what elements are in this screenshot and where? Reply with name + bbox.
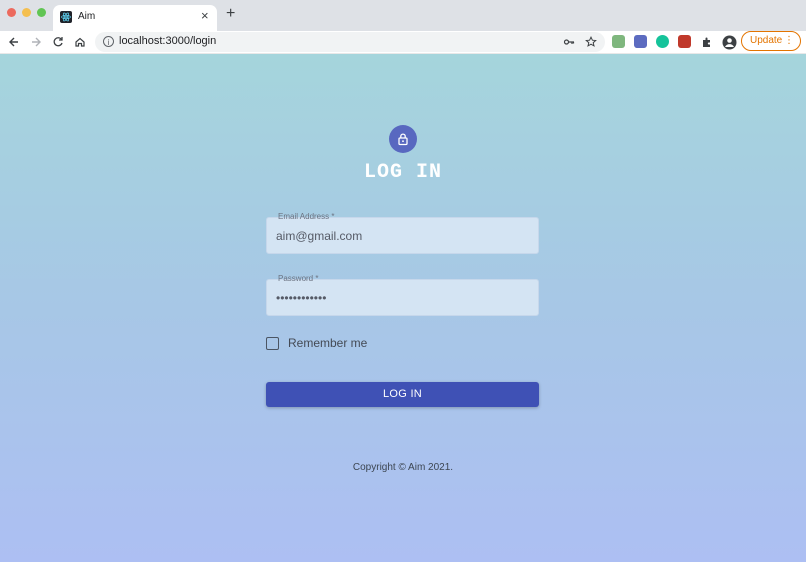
update-label: Update <box>750 35 783 46</box>
browser-tab-strip: Aim × + <box>0 0 806 31</box>
update-button[interactable]: Update ⋮ <box>741 31 801 51</box>
email-field[interactable]: Email Address * <box>266 212 539 254</box>
remember-me-checkbox[interactable] <box>266 336 279 350</box>
password-field[interactable]: Password * <box>266 274 539 316</box>
tab-title: Aim <box>78 11 96 22</box>
extension-inbox-icon[interactable] <box>612 35 625 48</box>
tab-close-icon[interactable]: × <box>201 9 209 23</box>
menu-dots-icon[interactable]: ⋮ <box>784 32 794 50</box>
new-tab-button[interactable]: + <box>226 6 235 22</box>
extension-badge-icon[interactable] <box>634 35 647 48</box>
remember-me-label[interactable]: Remember me <box>288 336 367 350</box>
email-label: Email Address * <box>278 212 335 221</box>
extension-red-icon[interactable] <box>678 35 691 48</box>
email-input[interactable] <box>276 227 526 245</box>
maximize-window-button[interactable] <box>37 8 46 17</box>
home-icon[interactable] <box>72 34 88 50</box>
react-icon <box>60 11 72 23</box>
close-window-button[interactable] <box>7 8 16 17</box>
key-icon[interactable] <box>561 34 577 50</box>
profile-icon[interactable] <box>721 34 737 50</box>
browser-tab[interactable]: Aim × <box>53 5 217 31</box>
remember-me[interactable]: Remember me <box>266 336 367 350</box>
password-input[interactable] <box>276 289 526 307</box>
browser-toolbar: i localhost:3000/login Update ⋮ <box>0 31 806 54</box>
copyright-text: Copyright © Aim 2021. <box>352 462 454 473</box>
minimize-window-button[interactable] <box>22 8 31 17</box>
grammarly-icon[interactable] <box>656 35 669 48</box>
back-icon[interactable] <box>6 34 22 50</box>
site-info-icon[interactable]: i <box>103 36 114 47</box>
login-page: LOG IN Email Address * Password * Rememb… <box>0 54 806 562</box>
login-button[interactable]: LOG IN <box>266 382 539 407</box>
page-title: LOG IN <box>363 161 442 184</box>
lock-avatar <box>389 125 417 153</box>
address-bar[interactable]: i localhost:3000/login <box>95 32 605 52</box>
url-text: localhost:3000/login <box>119 35 217 47</box>
password-label: Password * <box>278 274 319 283</box>
reload-icon[interactable] <box>50 34 66 50</box>
star-icon[interactable] <box>583 34 599 50</box>
extensions-icon[interactable] <box>699 34 715 50</box>
lock-icon <box>398 133 408 146</box>
forward-icon[interactable] <box>28 34 44 50</box>
